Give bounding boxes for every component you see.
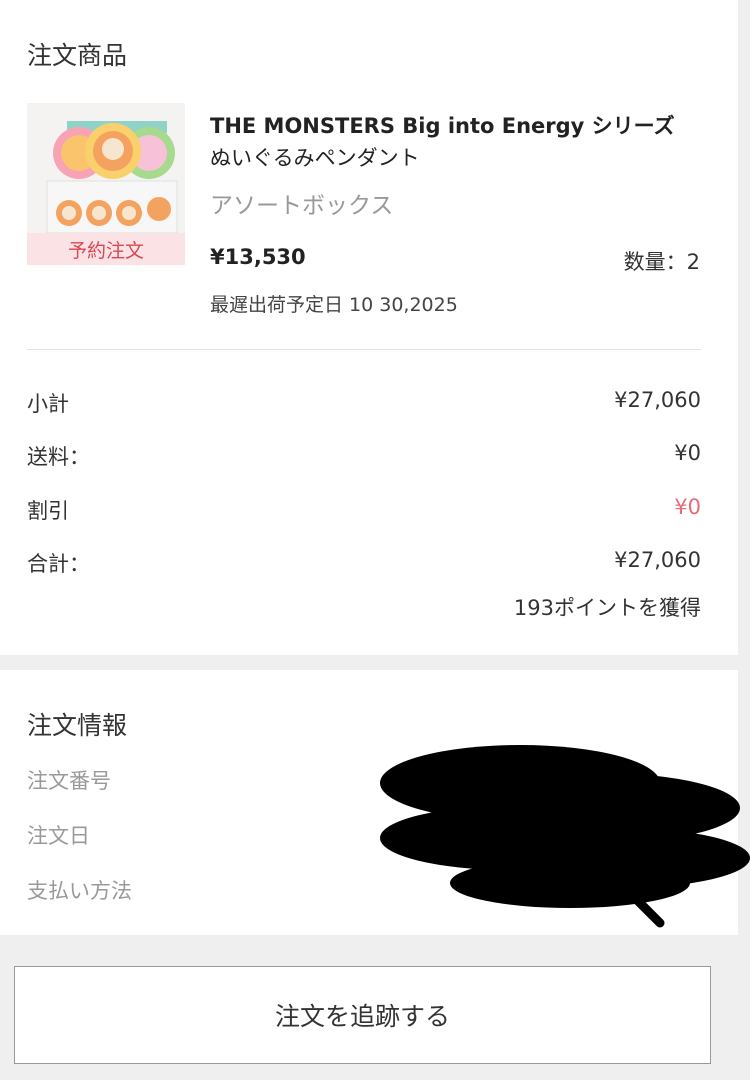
subtotal-label: 小計: [27, 392, 69, 416]
order-date-label: 注文日: [27, 824, 90, 848]
order-items-card: 注文商品 予約注文 THE MONSTERS Big into Energy シ…: [0, 0, 738, 655]
payment-method-label: 支払い方法: [27, 879, 132, 903]
product-name-line1: THE MONSTERS Big into Energy シリーズ: [210, 114, 675, 138]
discount-label: 割引: [27, 499, 69, 523]
product-quantity: 数量：2: [623, 250, 700, 274]
section-title-items: 注文商品: [27, 41, 128, 70]
redaction-scribble: [380, 745, 750, 928]
product-image[interactable]: 予約注文: [27, 103, 185, 265]
track-order-button[interactable]: 注文を追跡する: [14, 966, 711, 1064]
product-name[interactable]: THE MONSTERS Big into Energy シリーズ ぬいぐるみペ…: [210, 110, 710, 174]
discount-value: ¥0: [674, 495, 701, 519]
shipping-fee-label: 送料：: [27, 445, 90, 469]
preorder-badge: 予約注文: [27, 233, 185, 265]
product-price: ¥13,530: [210, 245, 306, 269]
subtotal-value: ¥27,060: [614, 388, 701, 412]
section-title-info: 注文情報: [27, 711, 128, 740]
divider: [27, 349, 701, 350]
product-name-line2: ぬいぐるみペンダント: [210, 146, 420, 170]
total-label: 合計：: [27, 552, 90, 576]
points-earned: 193ポイントを獲得: [513, 596, 701, 620]
order-number-label: 注文番号: [27, 769, 111, 793]
total-value: ¥27,060: [614, 548, 701, 572]
shipping-fee-value: ¥0: [674, 441, 701, 465]
product-variant: アソートボックス: [210, 193, 394, 219]
shipping-date: 最遅出荷予定日 10 30,2025: [210, 294, 458, 316]
